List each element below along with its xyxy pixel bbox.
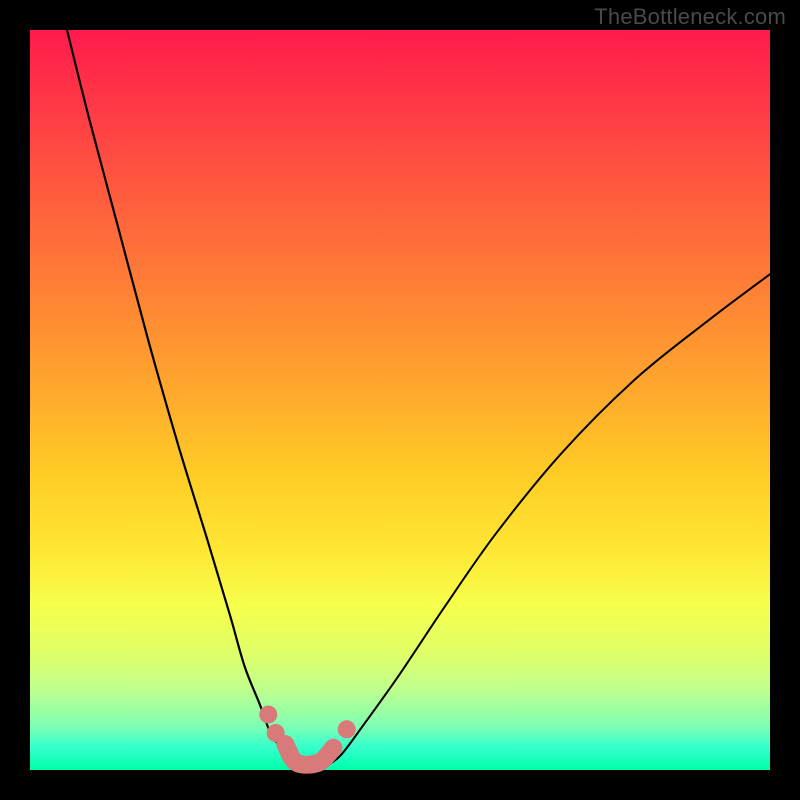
pink-dot-left-lower [267,724,285,742]
right-curve [326,274,770,766]
chart-svg [30,30,770,770]
pink-dot-right [338,720,356,738]
chart-frame: TheBottleneck.com [0,0,800,800]
pink-bottom-u-marker [285,744,333,765]
pink-dot-left-upper [259,706,277,724]
plot-area [30,30,770,770]
left-curve [67,30,304,766]
watermark-text: TheBottleneck.com [594,4,786,30]
